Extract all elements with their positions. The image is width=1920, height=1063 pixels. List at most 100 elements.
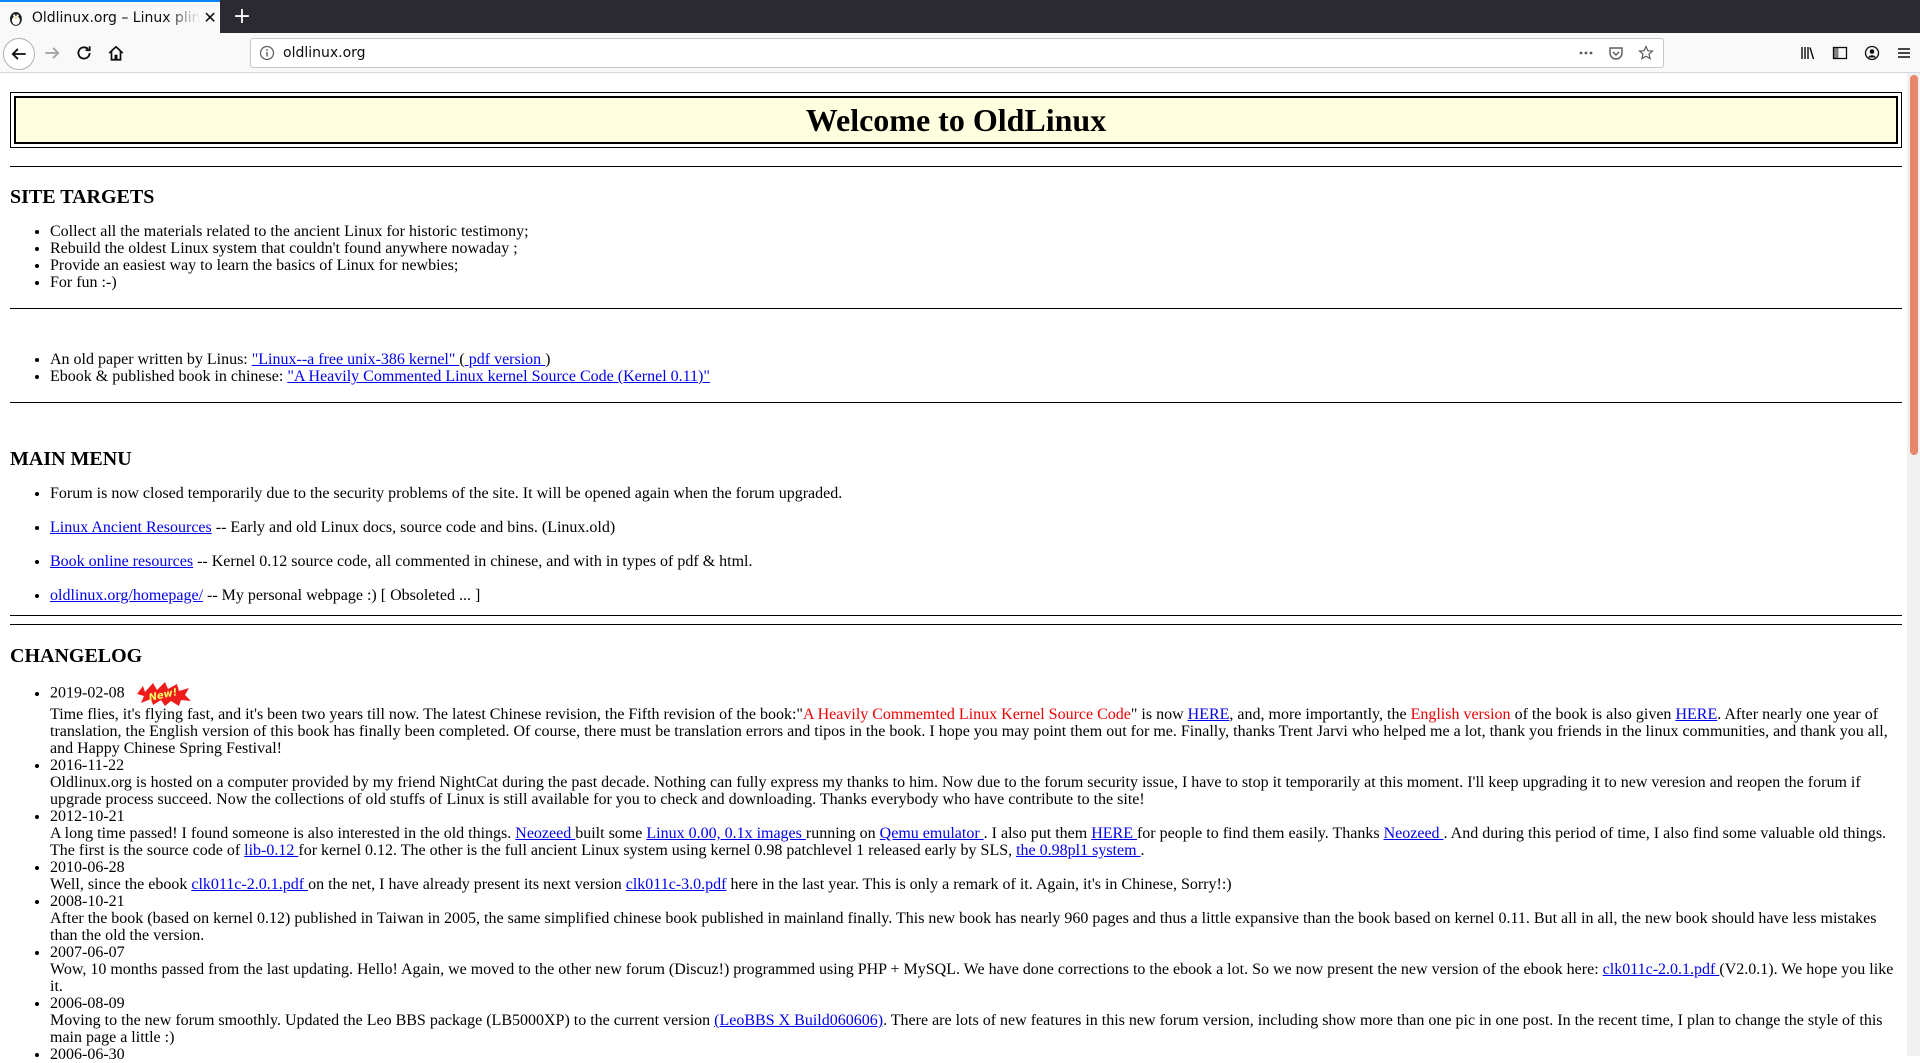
leobbs-link[interactable]: (LeoBBS X Build060606) [714,1012,883,1029]
site-targets-list: Collect all the materials related to the… [10,223,1902,291]
tab-title: Oldlinux.org – Linux plinth [31,9,201,26]
menu-item: Book online resources -- Kernel 0.12 sou… [50,553,1902,570]
linus-paper-link[interactable]: "Linux--a free unix-386 kernel" [252,351,460,368]
pdf-version-link[interactable]: pdf version [465,351,545,368]
divider [10,166,1902,167]
changelog-text: Oldlinux.org is hosted on a computer pro… [50,774,1861,808]
neozeed-link[interactable]: Neozeed [1384,825,1444,842]
ebook-label: Ebook & published book in chinese: [50,368,288,385]
navigation-toolbar: oldlinux.org [0,33,1920,73]
changelog-text: " is now [1130,706,1188,723]
changelog-text: Time flies, it's flying fast, and it's b… [50,706,803,723]
tab-close-icon[interactable]: ✕ [200,8,220,27]
homepage-link[interactable]: oldlinux.org/homepage/ [50,587,203,604]
changelog-text: on the net, I have already present its n… [308,876,626,893]
clk011c-201-pdf-link[interactable]: clk011c-2.0.1.pdf [191,876,308,893]
clk011c-30-pdf-link[interactable]: clk011c-3.0.pdf [626,876,727,893]
changelog-entry: 2019-02-08 New! Time flies, it's flying … [50,682,1902,757]
linux-ancient-resources-link[interactable]: Linux Ancient Resources [50,519,212,536]
english-version-highlight: English version [1410,706,1511,723]
forward-button[interactable] [36,37,68,69]
menu-icon[interactable] [1888,37,1920,69]
scrollbar-thumb[interactable] [1910,75,1918,455]
vertical-scrollbar[interactable] [1907,73,1920,1056]
changelog-text: running on [805,825,880,842]
page-actions-icon[interactable] [1577,44,1595,62]
menu-item: Linux Ancient Resources -- Early and old… [50,519,1902,536]
changelog-entry: 2016-11-22 Oldlinux.org is hosted on a c… [50,757,1902,808]
divider [10,308,1902,309]
changelog-date: 2019-02-08 [50,684,125,702]
paren-close: ) [545,351,551,368]
menu-item: oldlinux.org/homepage/ -- My personal we… [50,587,1902,604]
changelog-date: 2016-11-22 [50,757,125,774]
changelog-text: built some [575,825,647,842]
changelog-text: . [1140,842,1145,859]
tab-oldlinux[interactable]: Oldlinux.org – Linux plinth ✕ [0,0,220,33]
changelog-date: 2010-06-28 [50,859,125,876]
changelog-list: 2019-02-08 New! Time flies, it's flying … [10,682,1902,1063]
forum-notice: Forum is now closed temporarily due to t… [50,485,1902,502]
changelog-text: A long time passed! I found someone is a… [50,825,516,842]
changelog-entry: 2006-06-30 [50,1046,1902,1063]
penguin-favicon-icon [9,11,22,26]
sls-098pl1-link[interactable]: the 0.98pl1 system [1016,842,1140,859]
changelog-entry: 2012-10-21 A long time passed! I found s… [50,808,1902,859]
changelog-date: 2006-06-30 [50,1046,125,1063]
changelog-text: Moving to the new forum smoothly. Update… [50,1012,715,1029]
linux-images-link[interactable]: Linux 0.00, 0.1x images [646,825,806,842]
menu-item-desc: -- Kernel 0.12 source code, all commente… [193,553,753,570]
reload-icon [77,46,91,60]
changelog-entry: 2007-06-07 Wow, 10 months passed from th… [50,944,1902,995]
page-title: Welcome to OldLinux [805,101,1107,138]
here-link[interactable]: HERE [1188,706,1230,723]
url-text[interactable]: oldlinux.org [283,45,366,61]
here-link[interactable]: HERE [1675,706,1717,723]
url-bar[interactable]: oldlinux.org [250,38,1664,68]
list-item: For fun :-) [50,274,1902,291]
papers-list: An old paper written by Linus: "Linux--a… [10,351,1902,385]
new-tab-icon[interactable]: + [228,3,256,31]
changelog-text: . I also put them [983,825,1092,842]
ebook-link[interactable]: "A Heavily Commented Linux kernel Source… [287,368,710,385]
changelog-date: 2007-06-07 [50,944,125,961]
back-button[interactable] [3,38,35,70]
home-button[interactable] [100,37,132,69]
sidebar-icon[interactable] [1824,37,1856,69]
welcome-banner: Welcome to OldLinux [10,92,1902,148]
book-online-resources-link[interactable]: Book online resources [50,553,193,570]
reload-button[interactable] [68,37,100,69]
pocket-icon[interactable] [1607,44,1625,62]
menu-item-desc: -- Early and old Linux docs, source code… [211,519,616,536]
tab-strip: Oldlinux.org – Linux plinth ✕ + [0,0,1920,33]
clk011c-201-pdf-link[interactable]: clk011c-2.0.1.pdf [1603,961,1720,978]
home-icon [108,45,124,61]
bookmark-star-icon[interactable] [1637,44,1655,62]
changelog-text: here in the last year. This is only a re… [726,876,1232,893]
back-arrow-icon [11,48,26,60]
changelog-text: for kernel 0.12. The other is the full a… [298,842,1017,859]
menu-item-desc: -- My personal webpage :) [ Obsoleted ..… [203,587,481,604]
main-menu-heading: MAIN MENU [10,448,132,470]
list-item: Ebook & published book in chinese: "A He… [50,368,1902,385]
changelog-entry: 2010-06-28 Well, since the ebook clk011c… [50,859,1902,893]
book-title-highlight: A Heavily Commemted Linux Kernel Source … [802,706,1131,723]
library-icon[interactable] [1792,37,1824,69]
changelog-date: 2006-08-09 [50,995,125,1012]
site-targets-heading: SITE TARGETS [10,186,155,208]
site-info-icon[interactable] [259,45,275,61]
changelog-text: , and, more importantly, the [1229,706,1411,723]
changelog-entry: 2006-08-09 Moving to the new forum smoot… [50,995,1902,1046]
changelog-text: Well, since the ebook [50,876,192,893]
forward-arrow-icon [45,47,60,59]
changelog-date: 2012-10-21 [50,808,125,825]
account-icon[interactable] [1856,37,1888,69]
list-item: Collect all the materials related to the… [50,223,1902,240]
neozeed-link[interactable]: Neozeed [515,825,575,842]
changelog-entry: 2008-10-21 After the book (based on kern… [50,893,1902,944]
qemu-emulator-link[interactable]: Qemu emulator [880,825,984,842]
lib-012-link[interactable]: lib-0.12 [244,842,298,859]
list-item: Provide an easiest way to learn the basi… [50,257,1902,274]
new-badge-icon: New! [136,682,191,706]
here-link[interactable]: HERE [1091,825,1137,842]
